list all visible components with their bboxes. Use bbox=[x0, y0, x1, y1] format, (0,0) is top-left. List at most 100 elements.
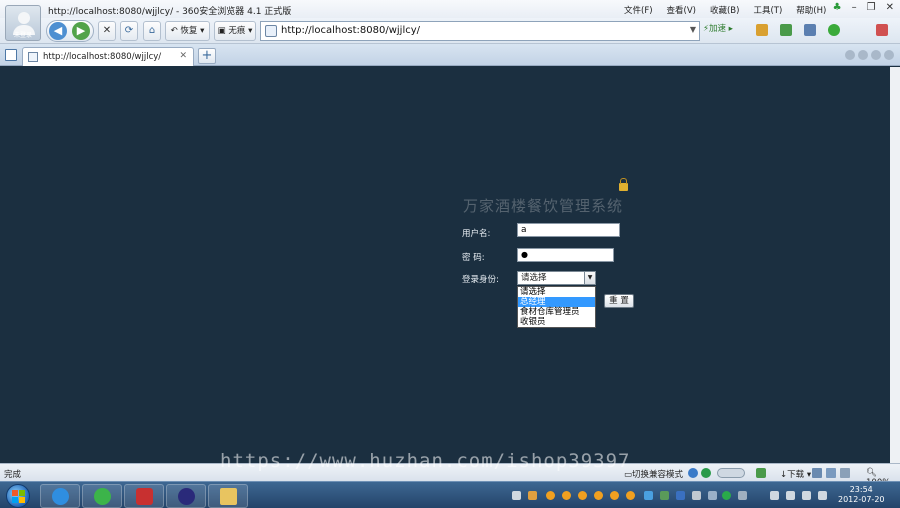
taskbar-360-browser[interactable] bbox=[82, 484, 122, 508]
skin-icon[interactable]: ♣ bbox=[833, 2, 842, 13]
qq-icon[interactable] bbox=[594, 491, 603, 500]
reset-button[interactable]: 重 置 bbox=[604, 294, 634, 308]
windows-logo-icon bbox=[12, 490, 18, 496]
chevron-down-icon[interactable]: ▼ bbox=[690, 25, 696, 34]
address-bar[interactable]: http://localhost:8080/wjjlcy/ ▼ bbox=[260, 21, 700, 41]
qq-icon[interactable] bbox=[578, 491, 587, 500]
back-forward-group: ◀ ▶ bbox=[46, 20, 94, 42]
status-text: 完成 bbox=[4, 470, 22, 480]
grid-icon[interactable] bbox=[756, 468, 766, 478]
qq-icon[interactable] bbox=[546, 491, 555, 500]
tray-icon[interactable] bbox=[708, 491, 717, 500]
menu-bar: 文件(F) 查看(V) 收藏(B) 工具(T) 帮助(H) bbox=[624, 4, 826, 16]
taskbar-app[interactable] bbox=[124, 484, 164, 508]
tray-icon[interactable] bbox=[512, 491, 521, 500]
avatar[interactable]: 未登录 bbox=[5, 5, 41, 41]
start-button[interactable] bbox=[6, 484, 30, 508]
close-icon[interactable]: ✕ bbox=[886, 2, 894, 13]
role-option[interactable]: 收银员 bbox=[518, 317, 595, 327]
taskbar-explorer[interactable] bbox=[208, 484, 248, 508]
restore-button[interactable]: ↶ 恢复 ▾ bbox=[165, 21, 210, 41]
speaker-icon[interactable] bbox=[818, 491, 827, 500]
role-label: 登录身份: bbox=[462, 275, 499, 285]
tray-icon[interactable] bbox=[528, 491, 537, 500]
clock-time: 23:54 bbox=[849, 485, 873, 494]
security-icon[interactable] bbox=[688, 468, 698, 478]
restore-icon[interactable]: ❐ bbox=[867, 2, 876, 13]
role-option-highlighted[interactable]: 总经理 bbox=[518, 297, 595, 307]
windows-logo-icon bbox=[12, 497, 18, 503]
minimize-icon[interactable]: – bbox=[852, 2, 857, 13]
close-icon[interactable]: ✕ bbox=[179, 51, 187, 61]
apps-icon[interactable] bbox=[876, 24, 888, 36]
windows-logo-icon bbox=[19, 497, 25, 503]
forward-icon[interactable]: ▶ bbox=[72, 22, 90, 40]
accelerate-label: 加速 bbox=[708, 24, 726, 34]
menu-view[interactable]: 查看(V) bbox=[667, 4, 696, 16]
password-input[interactable]: ● bbox=[517, 248, 614, 262]
page-icon bbox=[28, 52, 38, 62]
role-option[interactable]: 请选择 bbox=[518, 287, 595, 297]
tab-right-icon[interactable] bbox=[858, 50, 868, 60]
tab-close-all-icon[interactable] bbox=[884, 50, 894, 60]
speaker-icon[interactable] bbox=[840, 468, 850, 478]
tray-icon[interactable] bbox=[770, 491, 779, 500]
download-label: 下载 bbox=[787, 470, 805, 480]
tab-current[interactable]: http://localhost:8080/wjjlcy/ ✕ bbox=[22, 47, 194, 66]
folder-icon bbox=[220, 488, 237, 505]
clock[interactable]: 23:54 2012-07-20 bbox=[838, 485, 885, 505]
password-label: 密 码: bbox=[462, 253, 485, 263]
role-option[interactable]: 食材仓库管理员 bbox=[518, 307, 595, 317]
tools-icon[interactable] bbox=[804, 24, 816, 36]
menu-tools[interactable]: 工具(T) bbox=[753, 4, 782, 16]
qq-icon[interactable] bbox=[562, 491, 571, 500]
role-select[interactable]: 请选择 ▼ bbox=[517, 271, 596, 285]
calendar-icon[interactable] bbox=[780, 24, 792, 36]
compat-mode-button[interactable]: ▭切换兼容模式 bbox=[624, 468, 683, 480]
windows-logo-icon bbox=[19, 490, 25, 496]
chevron-down-icon[interactable]: ▼ bbox=[584, 272, 595, 284]
tray-icon[interactable] bbox=[660, 491, 669, 500]
restore-label: 恢复 bbox=[180, 26, 198, 36]
menu-favorites[interactable]: 收藏(B) bbox=[710, 4, 739, 16]
safe-icon[interactable] bbox=[828, 24, 840, 36]
network-icon[interactable] bbox=[644, 491, 653, 500]
screen-icon[interactable] bbox=[826, 468, 836, 478]
network-icon[interactable] bbox=[802, 491, 811, 500]
username-label: 用户名: bbox=[462, 229, 491, 239]
tray-icon[interactable] bbox=[786, 491, 795, 500]
avatar-label: 未登录 bbox=[13, 32, 32, 39]
qq-icon[interactable] bbox=[610, 491, 619, 500]
qq-icon[interactable] bbox=[626, 491, 635, 500]
globe-icon[interactable] bbox=[701, 468, 711, 478]
eclipse-icon bbox=[178, 488, 195, 505]
vertical-scrollbar[interactable] bbox=[890, 67, 900, 463]
menu-file[interactable]: 文件(F) bbox=[624, 4, 653, 16]
shield-icon[interactable] bbox=[676, 491, 685, 500]
tab-left-icon[interactable] bbox=[845, 50, 855, 60]
no-trace-button[interactable]: ▣ 无痕 ▾ bbox=[214, 21, 256, 41]
username-input[interactable]: a bbox=[517, 223, 620, 237]
refresh-button[interactable]: ⟳ bbox=[120, 21, 138, 41]
accelerate-button[interactable]: ⚡加速 ▸ bbox=[703, 22, 733, 34]
download-button[interactable]: ↓下载 ▾ bbox=[780, 468, 811, 480]
menu-help[interactable]: 帮助(H) bbox=[796, 4, 826, 16]
tray-icon[interactable] bbox=[738, 491, 747, 500]
taskbar-ie[interactable] bbox=[40, 484, 80, 508]
home-button[interactable]: ⌂ bbox=[143, 21, 161, 41]
page-icon[interactable] bbox=[812, 468, 822, 478]
sidebar-toggle-icon[interactable] bbox=[5, 49, 17, 61]
window-controls: ♣ – ❐ ✕ bbox=[833, 2, 894, 13]
new-tab-button[interactable]: + bbox=[198, 48, 216, 64]
tab-list-icon[interactable] bbox=[871, 50, 881, 60]
tab-bar: http://localhost:8080/wjjlcy/ ✕ + bbox=[0, 44, 900, 66]
box-icon[interactable] bbox=[756, 24, 768, 36]
360-safe-icon[interactable] bbox=[722, 491, 731, 500]
back-icon[interactable]: ◀ bbox=[49, 22, 67, 40]
taskbar-eclipse[interactable] bbox=[166, 484, 206, 508]
page-icon bbox=[265, 25, 277, 37]
tray-icon[interactable] bbox=[692, 491, 701, 500]
stop-button[interactable]: ✕ bbox=[98, 21, 116, 41]
compat-mode-label: 切换兼容模式 bbox=[632, 470, 684, 480]
mode-toggle[interactable] bbox=[717, 468, 745, 478]
